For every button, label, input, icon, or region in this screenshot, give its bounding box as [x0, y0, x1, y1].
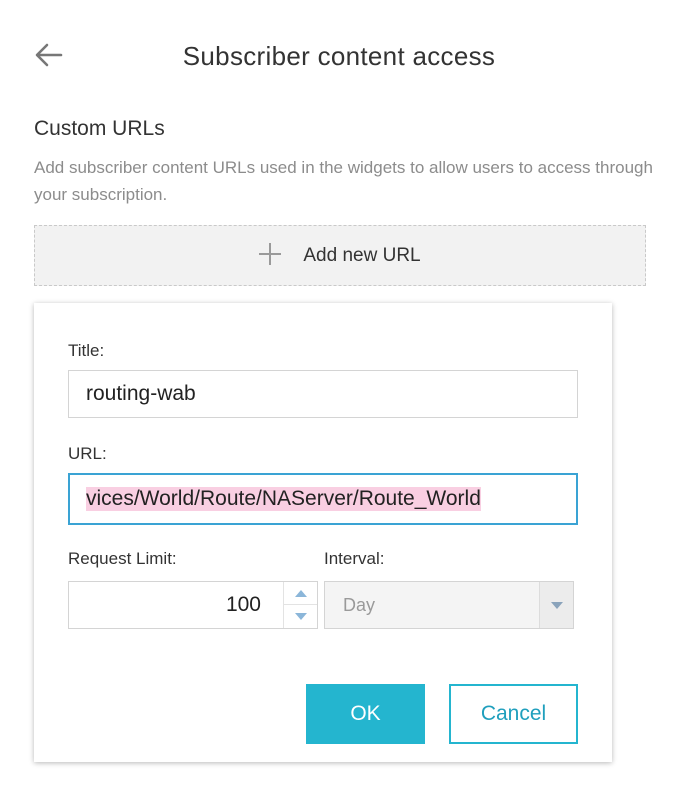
request-limit-value: 100 [225, 593, 261, 616]
request-limit-input[interactable]: 100 [68, 581, 318, 629]
section-description: Add subscriber content URLs used in the … [34, 158, 653, 204]
url-label: URL: [68, 444, 107, 463]
interval-label: Interval: [324, 549, 385, 568]
increment-button[interactable] [284, 582, 317, 605]
url-input-value: vices/World/Route/NAServer/Route_World [86, 487, 481, 511]
interval-select[interactable]: Day [324, 581, 574, 629]
url-input[interactable]: vices/World/Route/NAServer/Route_World [68, 473, 578, 525]
page-title: Subscriber content access [182, 41, 496, 71]
request-limit-label: Request Limit: [68, 549, 177, 568]
title-input-value: routing-wab [86, 382, 196, 405]
decrement-button[interactable] [284, 605, 317, 628]
caret-down-icon [294, 613, 307, 620]
url-dialog: Title: routing-wab URL: vices/World/Rout… [34, 303, 612, 762]
ok-button[interactable]: OK [306, 684, 425, 744]
caret-up-icon [294, 589, 307, 597]
chevron-down-icon [550, 601, 563, 609]
title-input[interactable]: routing-wab [68, 370, 578, 418]
header: Subscriber content access [0, 0, 678, 118]
interval-dropdown-button[interactable] [539, 582, 573, 628]
plus-icon [259, 242, 282, 265]
add-new-url-label: Add new URL [303, 244, 421, 266]
interval-select-value: Day [343, 595, 376, 615]
section-title: Custom URLs [34, 117, 165, 140]
add-new-url-button[interactable]: Add new URL [34, 225, 646, 286]
title-label: Title: [68, 341, 105, 360]
request-limit-spinner [283, 582, 317, 628]
cancel-button[interactable]: Cancel [449, 684, 578, 744]
